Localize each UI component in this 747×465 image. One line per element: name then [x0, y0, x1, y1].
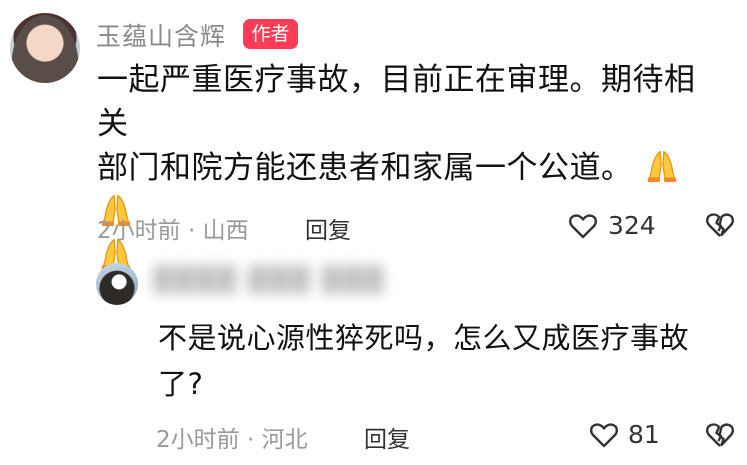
reply-time-location: 2小时前 · 河北	[156, 427, 308, 453]
heart-icon[interactable]	[589, 420, 619, 450]
reply-like-count: 81	[628, 420, 660, 449]
author-avatar[interactable]	[10, 13, 80, 83]
reply-author-name[interactable]: ▓▓▓▓ ▓▓▓ ▓▓▓	[153, 265, 385, 294]
reply-comment-text: 不是说心源性猝死吗，怎么又成医疗事故了?	[158, 321, 690, 401]
pray-emoji-icon	[647, 150, 677, 183]
comment-text-line2: 部门和院方能还患者和家属一个公道。	[97, 150, 633, 186]
comment-text-line1: 一起严重医疗事故，目前正在审理。期待相关	[97, 62, 696, 142]
reply-author-avatar[interactable]	[96, 263, 138, 305]
reply-to-reply-button[interactable]: 回复	[364, 420, 410, 454]
broken-heart-icon[interactable]	[705, 420, 735, 450]
author-name[interactable]: 玉蕴山含辉	[96, 17, 226, 53]
heart-icon[interactable]	[568, 211, 598, 241]
broken-heart-icon[interactable]	[705, 210, 735, 240]
comment-text: 一起严重医疗事故，目前正在审理。期待相关 部门和院方能还患者和家属一个公道。	[97, 58, 717, 278]
like-count: 324	[608, 211, 656, 240]
comment-time-location: 2小时前 · 山西	[97, 218, 249, 244]
author-badge: 作者	[243, 19, 298, 49]
reply-button[interactable]: 回复	[305, 211, 351, 245]
